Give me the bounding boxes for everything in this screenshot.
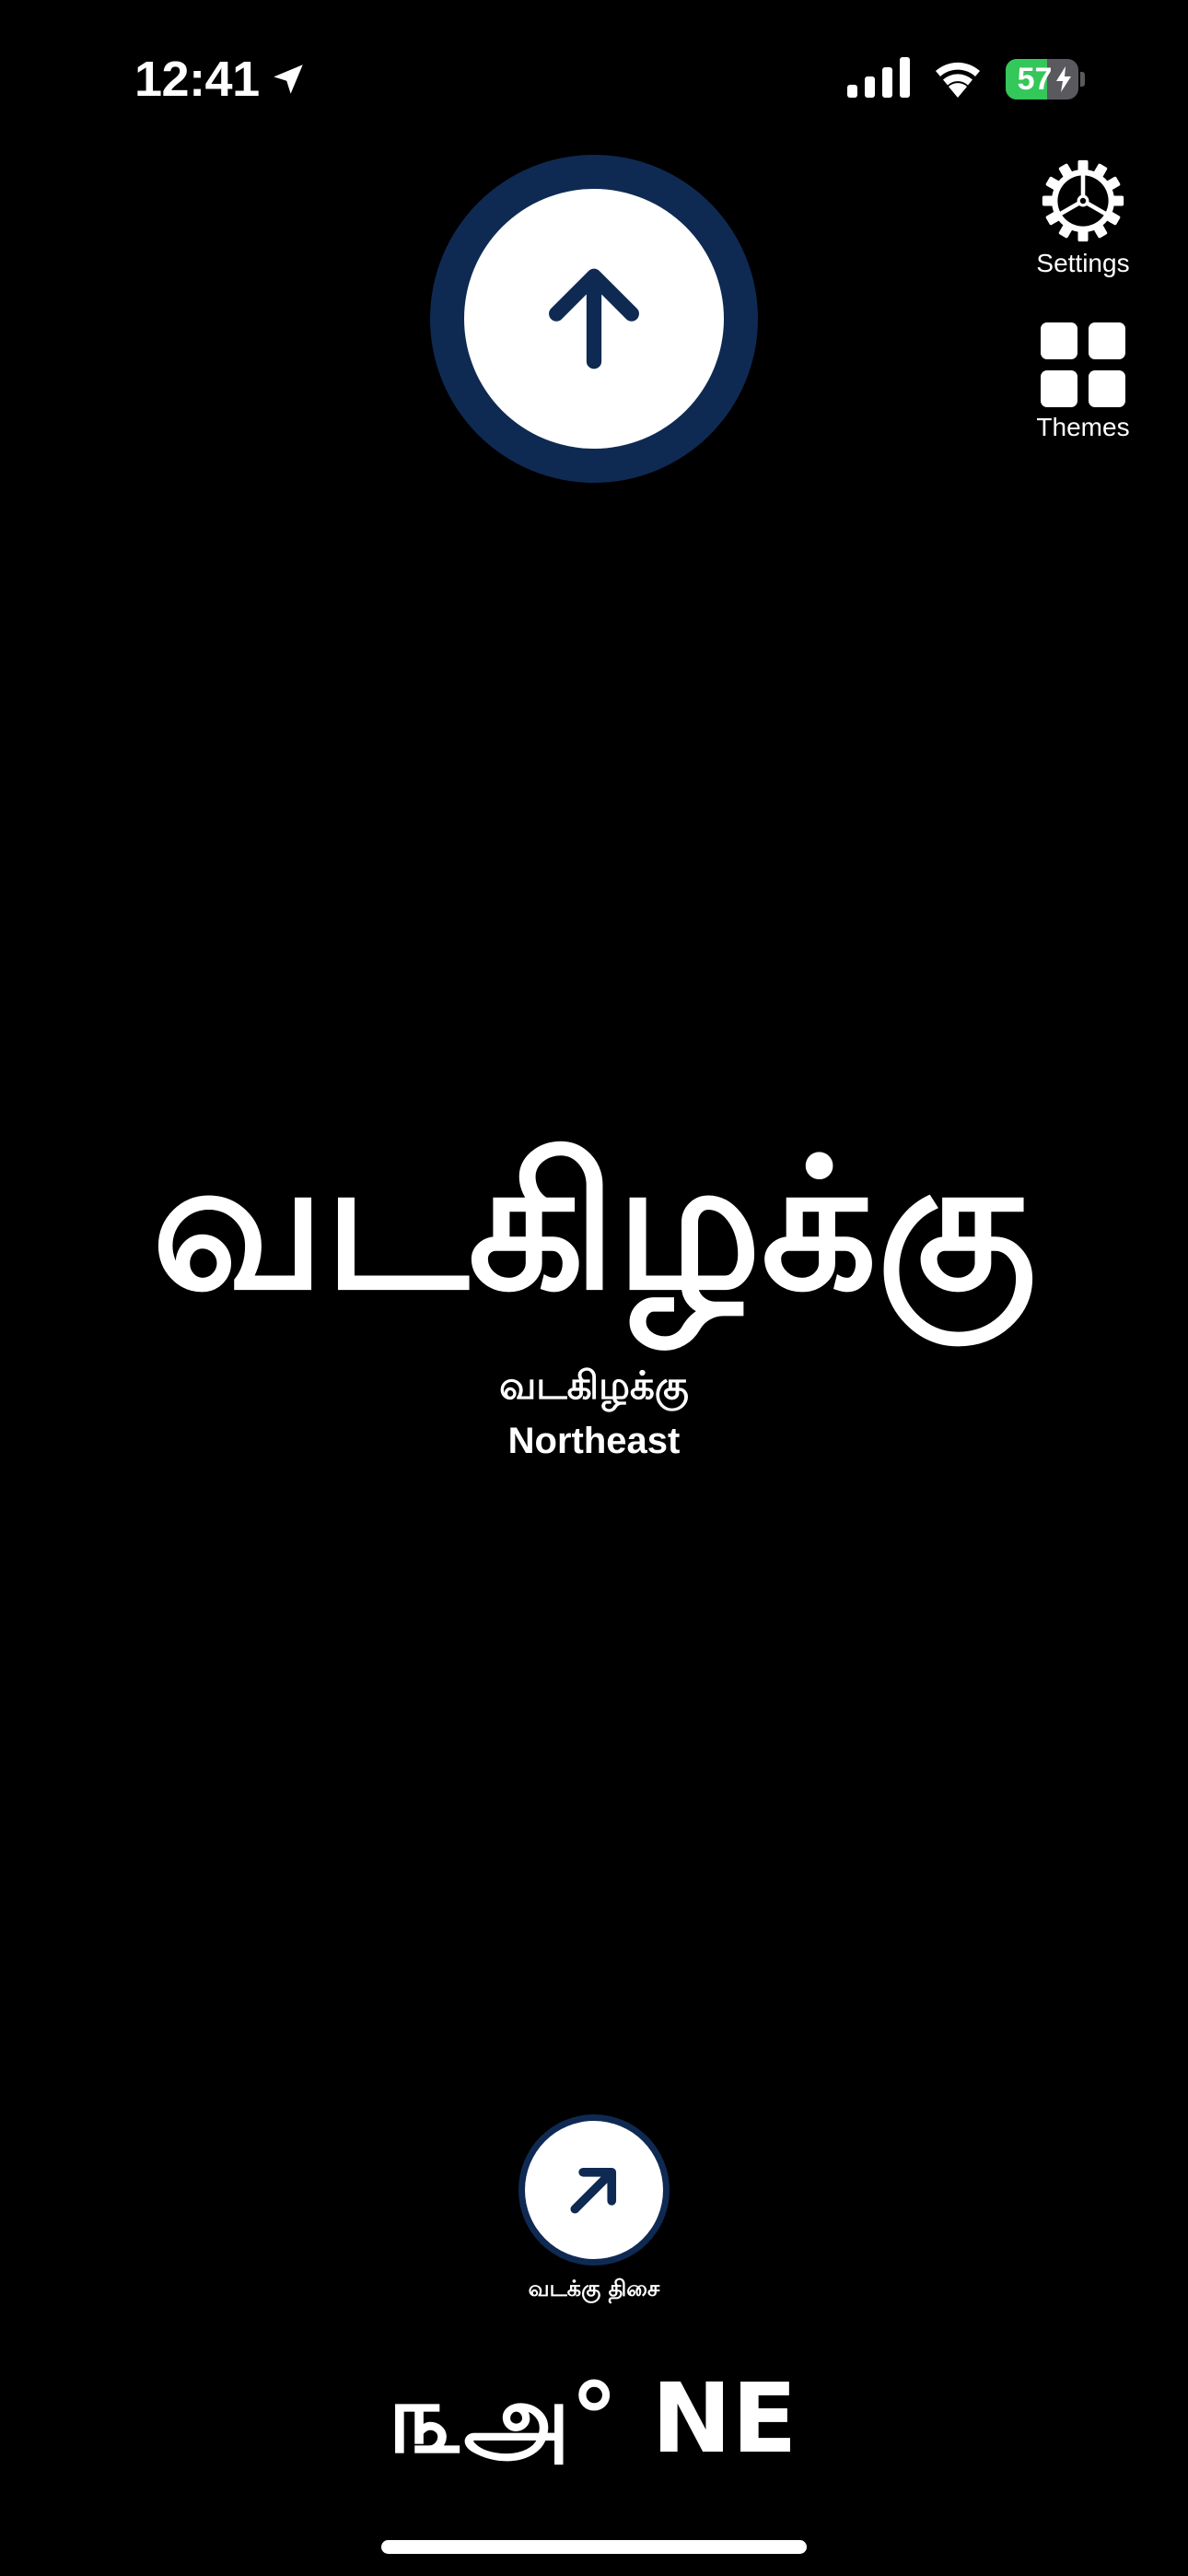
status-time: 12:41 xyxy=(134,52,308,107)
grid-icon xyxy=(1041,322,1125,407)
heading-readout: ௩அ° NE xyxy=(390,2362,798,2475)
direction-tamil-large: வடகிழக்கு xyxy=(151,1120,1037,1330)
direction-indicator xyxy=(430,155,758,483)
battery-indicator: 57 xyxy=(1006,58,1085,100)
direction-display: வடகிழக்கு வடகிழக்கு Northeast xyxy=(0,1106,1188,1467)
status-icons: 57 xyxy=(847,55,1085,103)
cellular-signal-icon xyxy=(847,57,910,101)
charging-bolt-icon xyxy=(1056,66,1072,92)
settings-label: Settings xyxy=(1036,249,1130,277)
home-indicator[interactable] xyxy=(381,2540,807,2554)
themes-button[interactable]: Themes xyxy=(1014,322,1152,442)
wifi-icon xyxy=(930,57,985,101)
status-time-text: 12:41 xyxy=(134,52,260,107)
battery-cap xyxy=(1080,72,1085,87)
location-arrow-icon xyxy=(269,60,308,99)
themes-label: Themes xyxy=(1036,413,1130,441)
direction-english: Northeast xyxy=(507,1421,681,1461)
direction-tamil-small: வடகிழக்கு xyxy=(499,1363,689,1408)
gear-icon xyxy=(1042,159,1124,242)
north-indicator xyxy=(518,2114,670,2266)
battery-percent: 57 xyxy=(1017,61,1053,97)
settings-button[interactable]: Settings xyxy=(1014,158,1152,278)
arrow-up-right-icon xyxy=(570,2167,617,2214)
north-caption: வடக்கு திசை xyxy=(528,2276,660,2301)
arrow-up-icon xyxy=(549,268,639,369)
